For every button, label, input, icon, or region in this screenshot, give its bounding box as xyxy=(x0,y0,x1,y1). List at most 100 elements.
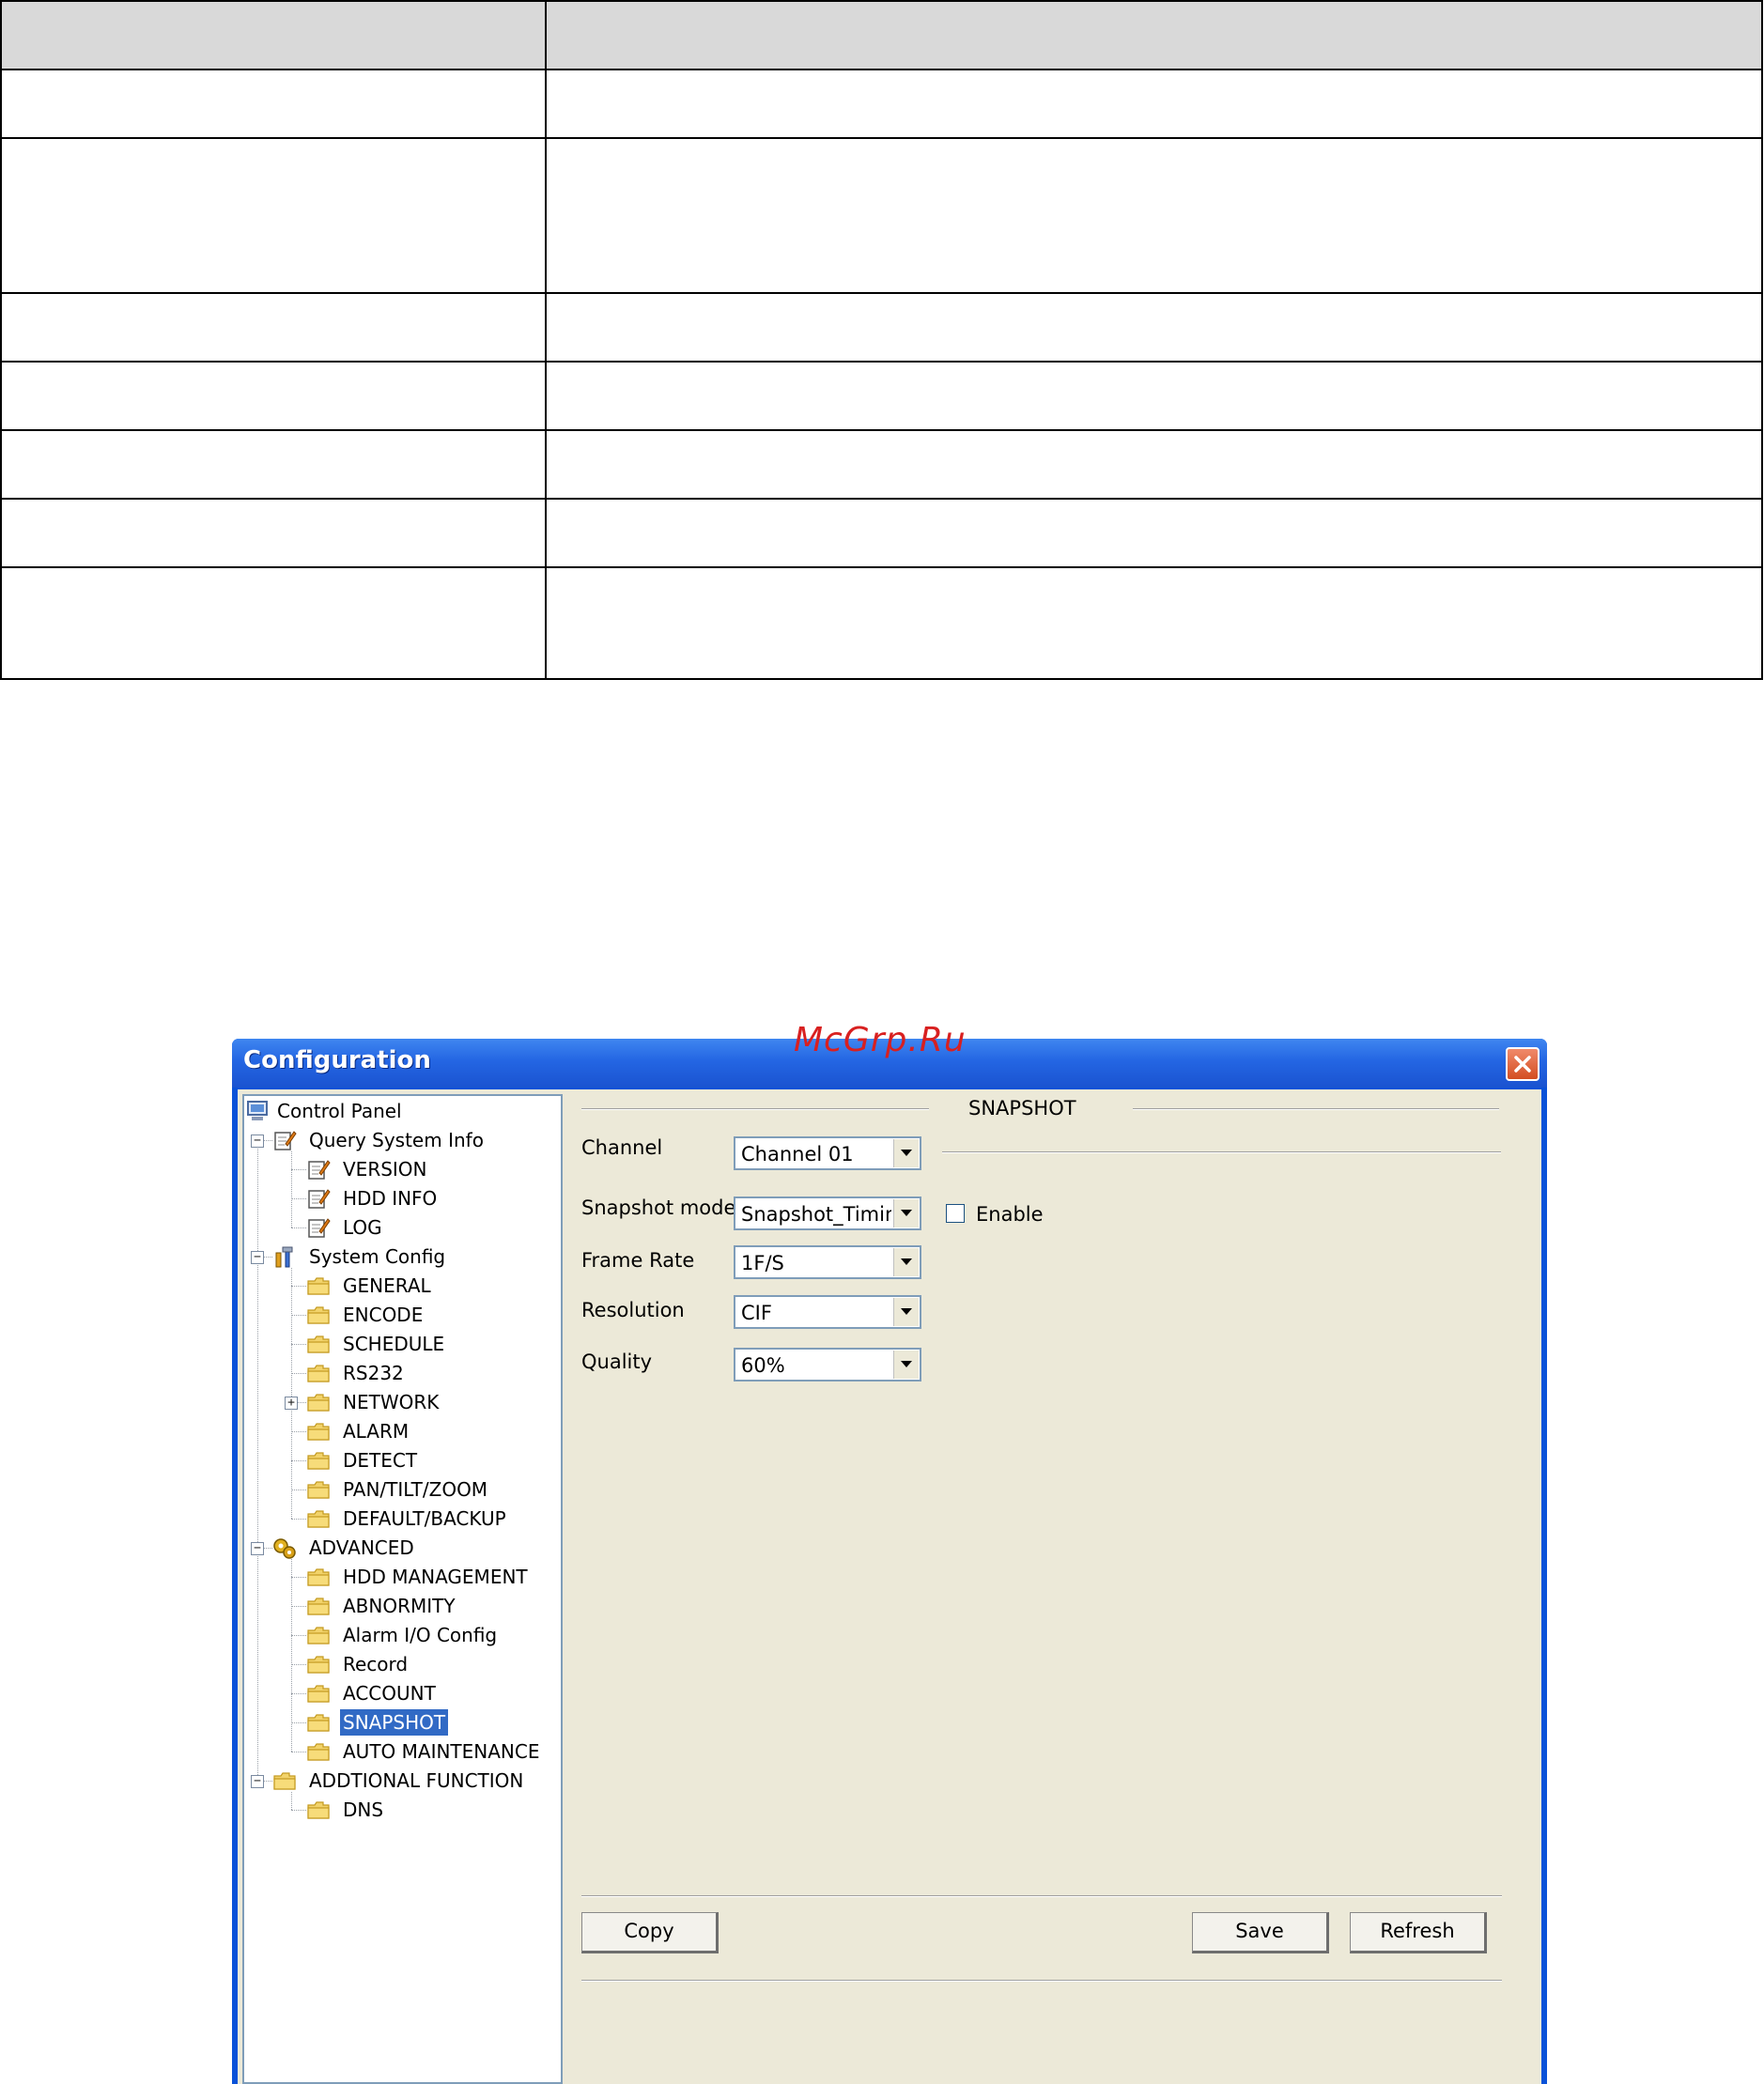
channel-label: Channel xyxy=(581,1136,663,1159)
tree-item-label: DEFAULT/BACKUP xyxy=(343,1507,506,1530)
dropdown-arrow-icon[interactable] xyxy=(893,1199,919,1227)
resolution-value: CIF xyxy=(741,1302,772,1324)
table-cell xyxy=(545,566,1763,680)
gears-icon xyxy=(272,1536,297,1559)
table-cell xyxy=(545,69,1763,139)
quality-select[interactable]: 60% xyxy=(734,1348,921,1382)
table-row xyxy=(0,69,1763,139)
tree-guide-line xyxy=(291,1722,306,1723)
tree-item-label: ACCOUNT xyxy=(343,1682,436,1705)
tree-guide-line xyxy=(291,1693,306,1694)
tree-guide-line xyxy=(291,1373,306,1374)
frame-rate-select[interactable]: 1F/S xyxy=(734,1245,921,1279)
folder-icon xyxy=(306,1449,331,1472)
table-header-cell xyxy=(545,0,1763,70)
config-tree[interactable]: Control Panel Query System Info − VERSION HD… xyxy=(242,1094,563,2084)
close-button[interactable] xyxy=(1506,1047,1540,1081)
tree-guide-line xyxy=(291,1198,306,1199)
tree-guide-line xyxy=(291,1460,306,1461)
table-row xyxy=(0,498,1763,568)
tree-item-label: ABNORMITY xyxy=(343,1595,456,1617)
snapshot-mode-label: Snapshot mode xyxy=(581,1196,736,1219)
tree-item-label: DETECT xyxy=(343,1449,418,1472)
configuration-dialog: Configuration Control Panel Query System … xyxy=(232,1039,1547,2084)
tree-guide-line xyxy=(291,1635,306,1636)
folder-icon xyxy=(306,1595,331,1617)
table-cell xyxy=(0,69,547,139)
doc-icon xyxy=(306,1187,331,1210)
tree-item-label: SCHEDULE xyxy=(343,1333,445,1355)
resolution-label: Resolution xyxy=(581,1299,685,1321)
collapse-icon[interactable]: − xyxy=(251,1542,264,1555)
tree-guide-line xyxy=(291,1286,306,1287)
tree-guide-line xyxy=(291,1227,306,1228)
tree-guide-line xyxy=(291,1792,292,1810)
frame-rate-label: Frame Rate xyxy=(581,1249,695,1272)
table-row xyxy=(0,566,1763,680)
refresh-button[interactable]: Refresh xyxy=(1350,1912,1487,1953)
tree-item-label: ADVANCED xyxy=(309,1536,414,1559)
divider xyxy=(581,1895,1502,1897)
expand-icon[interactable]: + xyxy=(285,1397,298,1410)
enable-label: Enable xyxy=(976,1203,1044,1226)
tree-item-label: VERSION xyxy=(343,1158,427,1181)
dropdown-arrow-icon[interactable] xyxy=(893,1298,919,1326)
folder-icon xyxy=(306,1682,331,1705)
tree-item-label: Query System Info xyxy=(309,1129,484,1151)
watermark: McGrp.Ru xyxy=(794,1021,967,1059)
quality-label: Quality xyxy=(581,1351,653,1373)
table-cell xyxy=(0,361,547,431)
folder-icon xyxy=(306,1420,331,1443)
table-cell xyxy=(0,292,547,363)
tree-item-label: System Config xyxy=(309,1245,446,1268)
tree-item-label: Alarm I/O Config xyxy=(343,1624,498,1646)
folder-icon xyxy=(306,1507,331,1530)
table-cell xyxy=(545,292,1763,363)
enable-checkbox[interactable] xyxy=(946,1204,965,1223)
tree-item-label: DNS xyxy=(343,1798,384,1821)
dialog-client-area: Control Panel Query System Info − VERSION HD… xyxy=(238,1089,1541,2084)
table-header-row xyxy=(0,0,1763,70)
computer-icon xyxy=(246,1100,271,1122)
tree-item-label: GENERAL xyxy=(343,1274,431,1297)
table-cell xyxy=(545,498,1763,568)
tree-guide-line xyxy=(257,1140,258,1781)
snapshot-panel: SNAPSHOT Channel Channel 01 Snapshot mod… xyxy=(574,1089,1541,2084)
folder-icon xyxy=(306,1391,331,1413)
folder-icon xyxy=(306,1740,331,1763)
dropdown-arrow-icon[interactable] xyxy=(893,1139,919,1167)
collapse-icon[interactable]: − xyxy=(251,1775,264,1788)
resolution-select[interactable]: CIF xyxy=(734,1295,921,1329)
quality-value: 60% xyxy=(741,1354,785,1377)
tree-guide-line xyxy=(291,1315,306,1316)
table-row xyxy=(0,429,1763,500)
tree-guide-line xyxy=(291,1577,306,1578)
tree-item-label: HDD MANAGEMENT xyxy=(343,1566,528,1588)
tree-item-label: Record xyxy=(343,1653,409,1675)
save-button[interactable]: Save xyxy=(1192,1912,1329,1953)
folder-icon xyxy=(306,1304,331,1326)
folder-icon xyxy=(306,1798,331,1821)
tree-guide-line xyxy=(291,1268,292,1519)
snapshot-mode-select[interactable]: Snapshot_Timing xyxy=(734,1196,921,1230)
tree-guide-line xyxy=(291,1169,306,1170)
copy-button[interactable]: Copy xyxy=(581,1912,719,1953)
collapse-icon[interactable]: − xyxy=(251,1251,264,1264)
folder-icon xyxy=(272,1769,297,1792)
tree-item-label: PAN/TILT/ZOOM xyxy=(343,1478,488,1501)
divider xyxy=(581,1108,929,1110)
frame-rate-value: 1F/S xyxy=(741,1252,784,1274)
tree-guide-line xyxy=(291,1344,306,1345)
dropdown-arrow-icon[interactable] xyxy=(893,1351,919,1379)
channel-select[interactable]: Channel 01 xyxy=(734,1136,921,1170)
document-table xyxy=(0,0,1763,680)
folder-icon xyxy=(306,1624,331,1646)
table-cell xyxy=(545,137,1763,294)
table-cell xyxy=(545,429,1763,500)
tools-icon xyxy=(272,1245,297,1268)
collapse-icon[interactable]: − xyxy=(251,1135,264,1148)
doc-icon xyxy=(306,1216,331,1239)
doc-icon xyxy=(306,1158,331,1181)
dropdown-arrow-icon[interactable] xyxy=(893,1248,919,1276)
tree-guide-line xyxy=(291,1151,292,1227)
